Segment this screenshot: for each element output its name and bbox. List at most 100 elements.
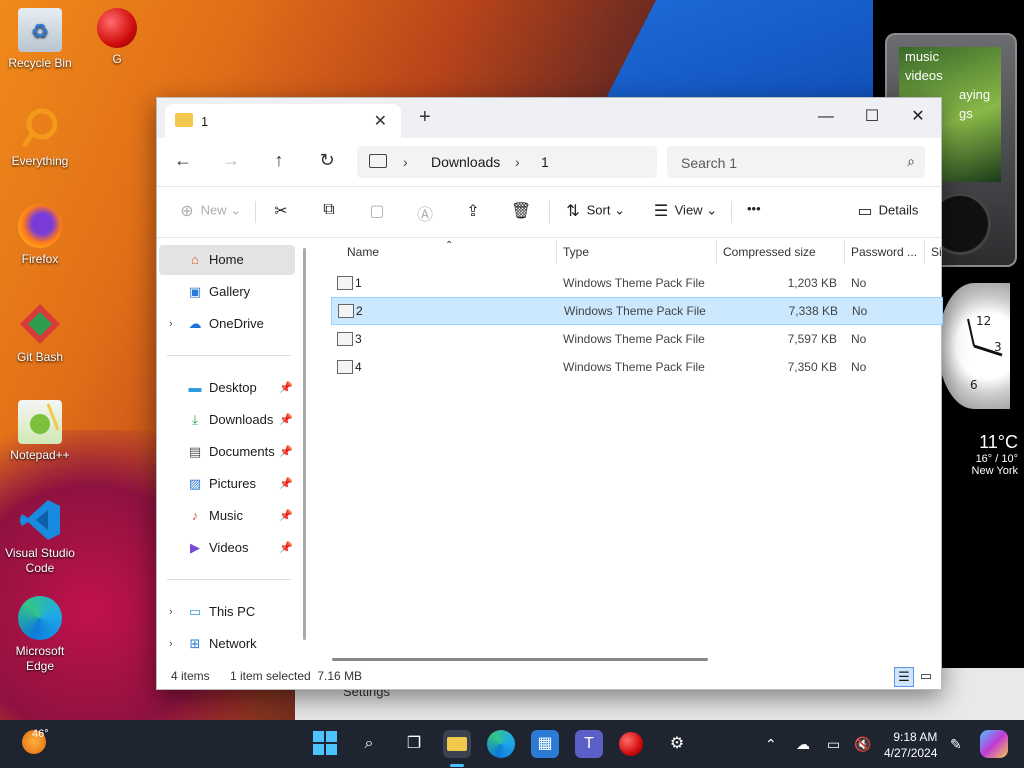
desktop-icon-everything[interactable]: Everything (0, 106, 80, 169)
start-button[interactable] (311, 730, 339, 758)
breadcrumb-1[interactable]: 1 (541, 154, 549, 170)
pin-icon[interactable]: 📌 (279, 405, 293, 435)
column-header-name[interactable]: Name (347, 238, 379, 266)
player-menu-item[interactable]: music (899, 47, 1001, 66)
store-taskbar-icon[interactable]: ▦ (531, 730, 559, 758)
file-explorer-window[interactable]: 1 ✕ + — ☐ ✕ ← → ↑ ↻ › Downloads › 1 Sear… (156, 97, 943, 690)
column-header-type[interactable]: Type (563, 238, 589, 266)
cut-button[interactable]: ✂ (271, 201, 291, 221)
column-header-password[interactable]: Password ... (851, 238, 917, 266)
g-app-taskbar-icon[interactable] (619, 732, 643, 756)
search-taskbar-icon[interactable]: ⌕ (355, 730, 383, 758)
desktop-icon-git-bash[interactable]: Git Bash (0, 302, 80, 365)
minimize-button[interactable]: — (803, 102, 849, 132)
desktop-icon-g[interactable]: G (77, 8, 157, 67)
desktop-icon-recycle-bin[interactable]: ♻ Recycle Bin (0, 8, 80, 71)
sidebar-item-network[interactable]: › ⊞ Network (159, 629, 295, 659)
breadcrumb-downloads[interactable]: Downloads (431, 154, 500, 170)
view-button[interactable]: ☰ View ⌄ (651, 201, 717, 221)
sidebar-item-onedrive[interactable]: › ☁ OneDrive (159, 309, 295, 339)
copy-button[interactable]: ⧉ (319, 201, 339, 219)
desktop-icon-vscode[interactable]: Visual Studio Code (0, 498, 80, 576)
more-options-button[interactable]: ••• (747, 201, 761, 216)
player-menu-item[interactable]: videos (899, 66, 1001, 85)
chevron-right-icon[interactable]: › (403, 154, 408, 170)
details-view-icon[interactable]: ☰ (894, 667, 914, 687)
sidebar-item-downloads[interactable]: ⤓ Downloads 📌 (159, 405, 295, 435)
sidebar-item-gallery[interactable]: ▣ Gallery (159, 277, 295, 307)
sidebar-item-pictures[interactable]: ▨ Pictures 📌 (159, 469, 295, 499)
pin-icon[interactable]: 📌 (279, 373, 293, 403)
column-divider[interactable] (556, 240, 557, 264)
desktop-icon-edge[interactable]: Microsoft Edge (0, 596, 80, 674)
chevron-up-icon[interactable]: ⌃ (765, 736, 777, 753)
sidebar-item-home[interactable]: ⌂ Home (159, 245, 295, 275)
paste-button[interactable]: ▢ (367, 201, 387, 221)
share-button[interactable]: ⇪ (463, 201, 483, 221)
chevron-right-icon[interactable]: › (169, 597, 173, 627)
table-row-selected[interactable]: 2 Windows Theme Pack File 7,338 KB No (331, 297, 943, 325)
back-arrow-icon[interactable]: ← (171, 150, 195, 171)
close-button[interactable]: ✕ (895, 102, 941, 132)
sidebar-item-music[interactable]: ♪ Music 📌 (159, 501, 295, 531)
column-divider[interactable] (716, 240, 717, 264)
notification-icon[interactable]: ✎ (950, 736, 962, 753)
new-tab-button[interactable]: + (419, 106, 431, 129)
sidebar-item-documents[interactable]: ▤ Documents 📌 (159, 437, 295, 467)
network-icon: ⊞ (189, 636, 201, 651)
table-row[interactable]: 3 Windows Theme Pack File 7,597 KB No (331, 326, 941, 352)
refresh-icon[interactable]: ↻ (315, 150, 339, 171)
column-header-more[interactable]: Si (931, 238, 942, 266)
system-clock[interactable]: 9:18 AM 4/27/2024 (884, 729, 937, 761)
table-row[interactable]: 4 Windows Theme Pack File 7,350 KB No (331, 354, 941, 380)
sort-button[interactable]: ⇅ Sort ⌄ (563, 201, 625, 221)
address-bar[interactable]: › Downloads › 1 (357, 146, 657, 178)
pin-icon[interactable]: 📌 (279, 501, 293, 531)
sidebar-item-videos[interactable]: ▶ Videos 📌 (159, 533, 295, 563)
chevron-right-icon[interactable]: › (169, 629, 173, 659)
task-view-icon[interactable]: ❐ (400, 730, 428, 758)
chevron-right-icon[interactable]: › (515, 154, 520, 170)
file-type: Windows Theme Pack File (563, 276, 705, 290)
search-input[interactable]: Search 1 ⌕ (667, 146, 925, 178)
display-icon[interactable]: ▭ (827, 736, 840, 753)
cloud-offline-icon[interactable]: ☁ (796, 736, 810, 753)
details-pane-button[interactable]: ▭ Details (855, 201, 918, 221)
rename-button[interactable]: Ⓐ (415, 201, 435, 225)
column-divider[interactable] (924, 240, 925, 264)
pin-icon[interactable]: 📌 (279, 533, 293, 563)
delete-button[interactable]: 🗑 (511, 201, 531, 221)
desktop-icon-notepadpp[interactable]: Notepad++ (0, 400, 80, 463)
sidebar-item-desktop[interactable]: ▬ Desktop 📌 (159, 373, 295, 403)
pin-icon[interactable]: 📌 (279, 469, 293, 499)
volume-muted-icon[interactable]: 🔇 (854, 736, 871, 753)
this-pc-icon[interactable] (369, 154, 387, 168)
tiles-view-icon[interactable]: ▭ (917, 667, 935, 685)
edge-taskbar-icon[interactable] (487, 730, 515, 758)
pin-icon[interactable]: 📌 (279, 437, 293, 467)
up-arrow-icon[interactable]: ↑ (267, 150, 291, 171)
teams-taskbar-icon[interactable]: T (575, 730, 603, 758)
desktop-icon-label: Git Bash (16, 350, 64, 364)
file-explorer-taskbar-icon[interactable] (443, 730, 471, 758)
tab-1[interactable]: 1 ✕ (165, 104, 401, 138)
computer-icon: ▭ (188, 604, 202, 619)
desktop-icon-firefox[interactable]: Firefox (0, 204, 80, 267)
title-bar[interactable]: 1 ✕ + — ☐ ✕ (157, 98, 941, 138)
active-app-indicator (450, 764, 464, 767)
vscode-icon (18, 498, 62, 542)
toolbar-divider (255, 201, 256, 223)
forward-arrow-icon[interactable]: → (219, 150, 243, 171)
maximize-button[interactable]: ☐ (849, 102, 895, 132)
chevron-right-icon[interactable]: › (169, 309, 173, 339)
table-row[interactable]: 1 Windows Theme Pack File 1,203 KB No (331, 270, 941, 296)
navigation-pane-scrollbar[interactable] (303, 248, 306, 640)
column-header-compressed-size[interactable]: Compressed size (723, 238, 816, 266)
new-button[interactable]: ⊕ New ⌄ (177, 201, 241, 221)
tab-close-button[interactable]: ✕ (374, 111, 387, 131)
column-divider[interactable] (844, 240, 845, 264)
file-list-scrollbar[interactable] (332, 658, 708, 661)
copilot-icon[interactable] (980, 730, 1008, 758)
sidebar-item-this-pc[interactable]: › ▭ This PC (159, 597, 295, 627)
settings-taskbar-icon[interactable]: ⚙ (663, 730, 691, 758)
